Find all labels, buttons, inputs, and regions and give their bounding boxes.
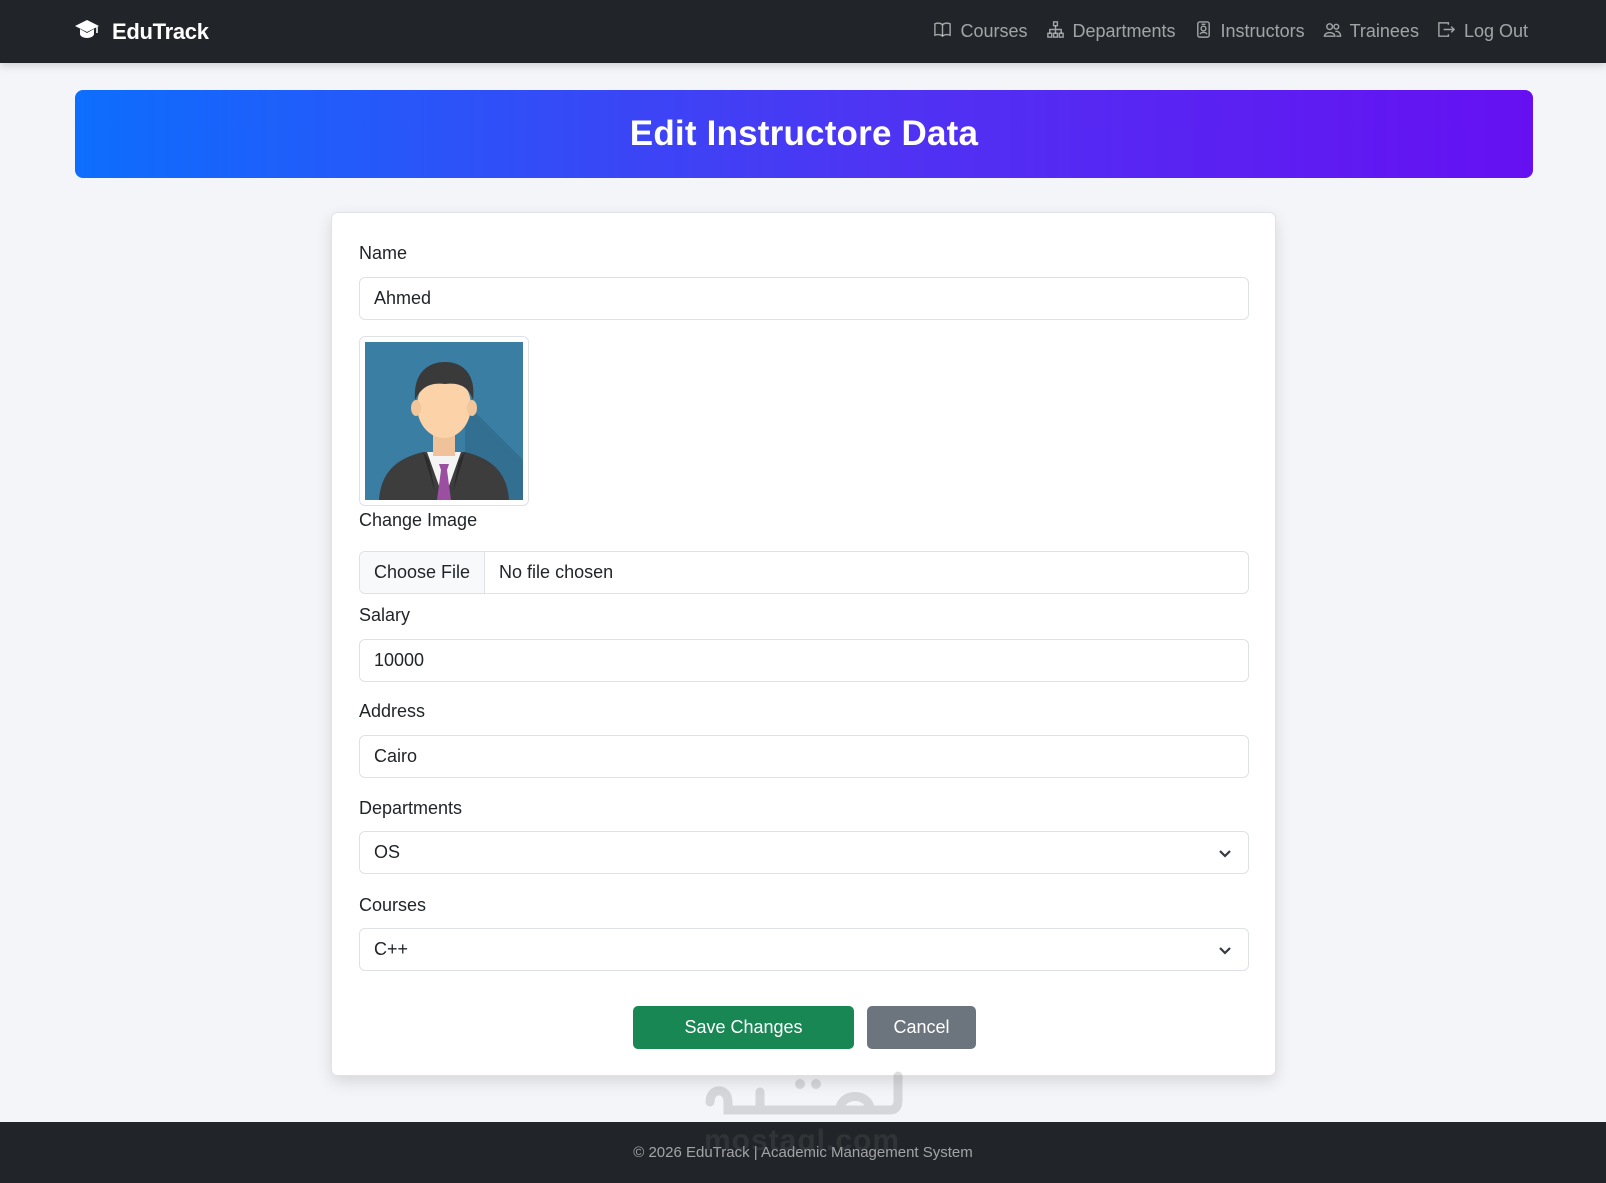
page-header-banner: Edit Instructore Data [75,90,1533,178]
chevron-down-icon [1216,941,1234,959]
choose-file-button[interactable]: Choose File [360,552,486,593]
nav-link-departments[interactable]: Departments [1046,20,1176,44]
nav-link-instructors[interactable]: Instructors [1194,20,1305,44]
name-input[interactable]: Ahmed [359,277,1249,320]
nav-link-label: Courses [960,21,1028,41]
address-label: Address [359,701,426,721]
nav-link-label: Log Out [1463,21,1528,41]
nav-link-label: Departments [1072,21,1176,41]
graduation-cap-icon [74,18,100,46]
nav-link-logout[interactable]: Log Out [1437,20,1528,44]
nav-link-trainees[interactable]: Trainees [1323,20,1419,44]
address-input[interactable]: Cairo [359,735,1249,778]
person-badge-icon [1194,20,1213,44]
brand-name: EduTrack [112,19,209,44]
logout-icon [1437,20,1456,44]
courses-label: Courses [359,895,427,915]
cancel-button[interactable]: Cancel [867,1006,976,1049]
page-footer: © 2026 EduTrack | Academic Management Sy… [0,1122,1606,1183]
footer-text: © 2026 EduTrack | Academic Management Sy… [633,1144,973,1161]
image-file-input[interactable]: Choose File No file chosen [359,551,1249,594]
book-icon [933,20,952,44]
departments-label: Departments [359,798,463,818]
sitemap-icon [1046,20,1065,44]
brand-logo[interactable]: EduTrack [74,18,209,46]
nav-link-label: Trainees [1349,21,1419,41]
salary-input[interactable]: 10000 [359,639,1249,682]
departments-select[interactable]: OS [359,831,1249,874]
save-changes-button[interactable]: Save Changes [633,1006,854,1049]
avatar [365,342,523,500]
top-navbar: EduTrack Courses Departments Instructors… [0,0,1606,63]
chevron-down-icon [1216,844,1234,862]
departments-selected-value: OS [374,842,401,862]
courses-select[interactable]: C++ [359,928,1249,971]
file-status-text: No file chosen [499,562,614,582]
nav-links: Courses Departments Instructors Trainees… [933,0,1528,63]
nav-link-courses[interactable]: Courses [933,20,1028,44]
name-label: Name [359,243,408,263]
nav-link-label: Instructors [1220,21,1305,41]
change-image-label: Change Image [359,510,478,530]
people-icon [1323,20,1342,44]
instructor-photo [359,336,529,506]
courses-selected-value: C++ [374,939,409,959]
salary-label: Salary [359,605,411,625]
page-title: Edit Instructore Data [629,114,979,153]
edit-instructor-form: Name Ahmed Change Image Choose File No f… [331,212,1276,1076]
